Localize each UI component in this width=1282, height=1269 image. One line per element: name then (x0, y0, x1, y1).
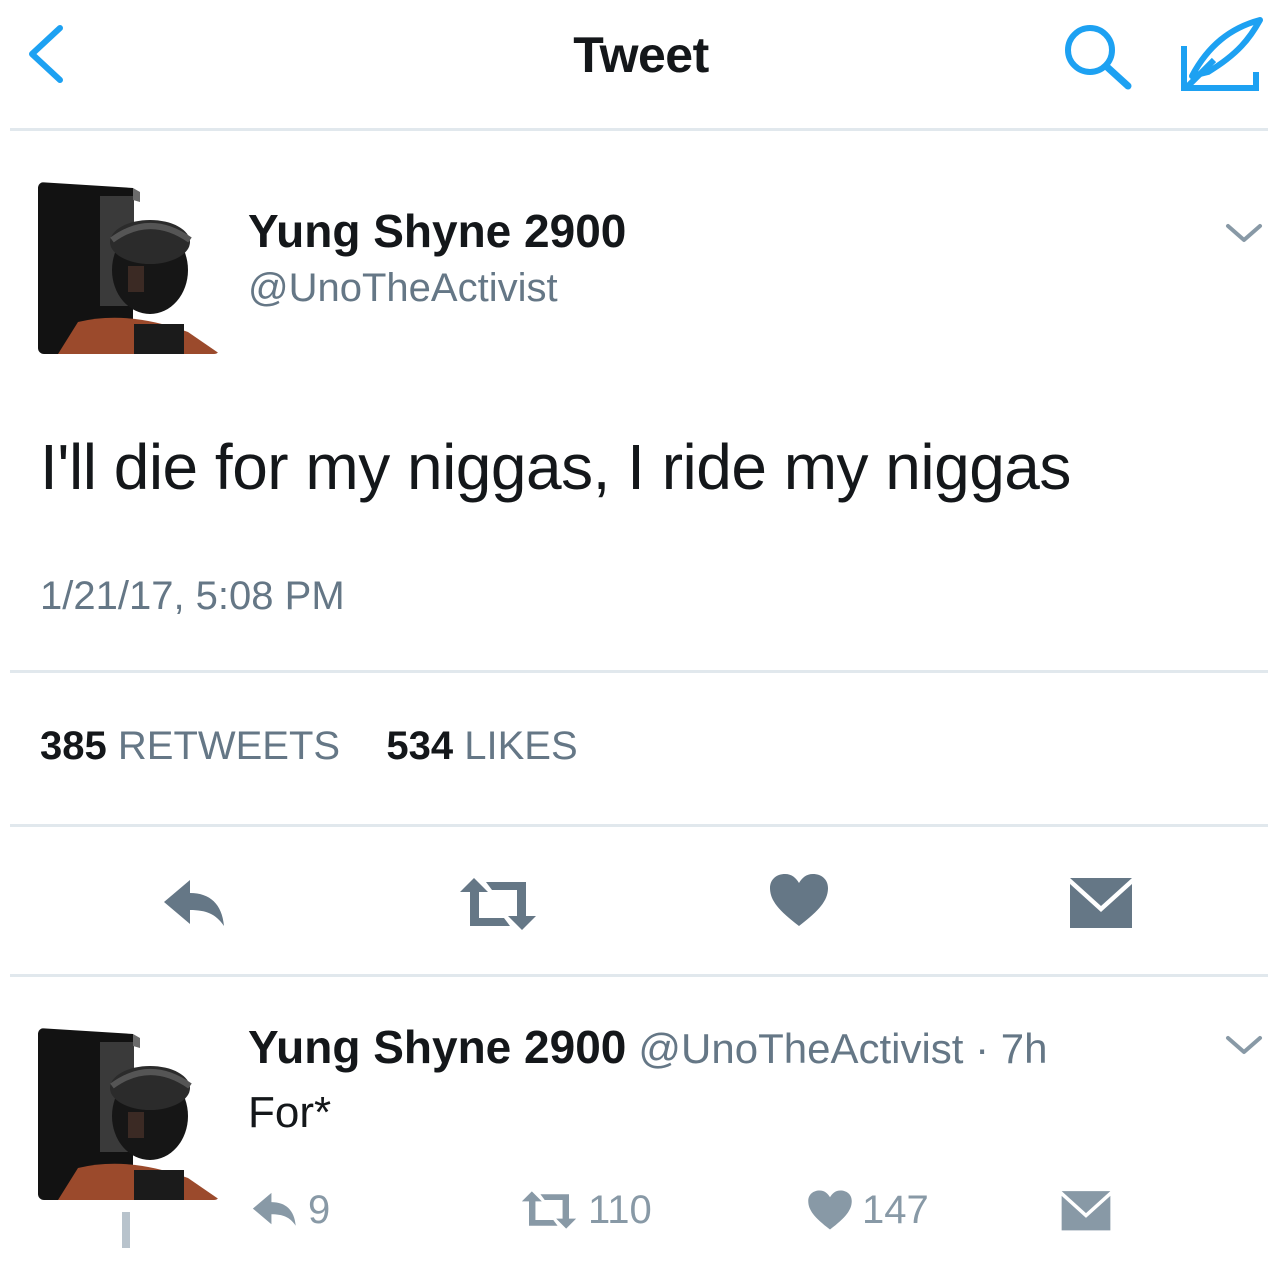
direct-message-button[interactable] (1060, 1188, 1112, 1232)
reply-text: For* (248, 1088, 332, 1137)
heart-icon[interactable] (768, 872, 830, 933)
retweet-button[interactable]: 110 (518, 1188, 652, 1232)
direct-message-icon (1061, 1191, 1111, 1231)
reply-author-name[interactable]: Yung Shyne 2900 (248, 1021, 626, 1073)
direct-message-icon[interactable] (1068, 874, 1134, 935)
avatar[interactable] (38, 1028, 220, 1200)
tweet-timestamp: 1/21/17, 5:08 PM (40, 574, 345, 618)
divider (10, 670, 1268, 673)
author-name[interactable]: Yung Shyne 2900 (248, 204, 626, 258)
retweet-count[interactable]: 385 (40, 724, 107, 768)
chevron-down-icon[interactable] (1222, 1030, 1266, 1060)
thread-line (122, 1212, 130, 1248)
search-icon[interactable] (1060, 22, 1140, 92)
divider (10, 128, 1268, 131)
divider (10, 824, 1268, 827)
reply-like-count: 147 (862, 1187, 929, 1232)
reply-icon[interactable] (160, 876, 230, 937)
retweet-icon (521, 1191, 577, 1229)
engagement-stats: 385 RETWEETS 534 LIKES (40, 724, 578, 769)
avatar[interactable] (38, 182, 220, 354)
reply-retweet-count: 110 (588, 1187, 652, 1232)
reply-header: Yung Shyne 2900 @UnoTheActivist · 7h (248, 1020, 1048, 1074)
divider (10, 974, 1268, 977)
reply-icon (252, 1192, 296, 1226)
like-button[interactable]: 147 (806, 1188, 929, 1232)
reply-count: 9 (308, 1187, 331, 1232)
reply-meta: @UnoTheActivist · 7h (638, 1025, 1048, 1072)
navigation-bar: Tweet (0, 0, 1282, 130)
retweets-label[interactable]: RETWEETS (118, 724, 340, 768)
likes-label[interactable]: LIKES (464, 724, 577, 768)
compose-icon[interactable] (1178, 16, 1268, 96)
retweet-icon[interactable] (456, 876, 540, 937)
tweet-text: I'll die for my niggas, I ride my niggas (40, 431, 1071, 503)
chevron-down-icon[interactable] (1222, 218, 1266, 248)
reply-button[interactable]: 9 (250, 1188, 330, 1232)
author-handle[interactable]: @UnoTheActivist (248, 266, 558, 311)
heart-icon (808, 1190, 852, 1230)
like-count[interactable]: 534 (386, 724, 453, 768)
